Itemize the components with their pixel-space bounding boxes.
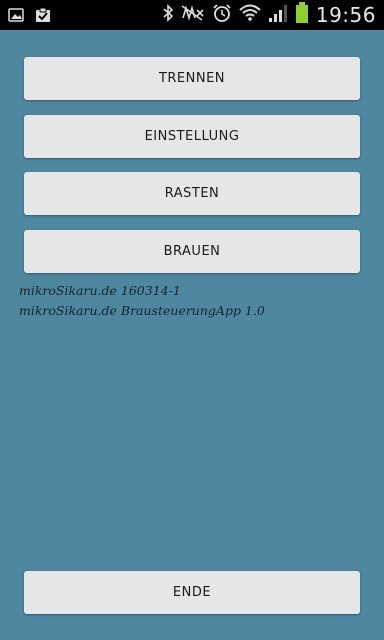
- status-bar: 19:56: [0, 0, 384, 30]
- signal-icon: [268, 3, 288, 27]
- status-clock: 19:56: [315, 3, 376, 27]
- gallery-icon: [8, 7, 24, 27]
- rasten-button[interactable]: RASTEN: [24, 172, 360, 215]
- mute-icon: [181, 4, 205, 26]
- brauen-button[interactable]: BRAUEN: [24, 230, 360, 273]
- version-info-line-2: mikroSikaru.de BrausteuerungApp 1.0: [19, 303, 265, 318]
- clipboard-check-icon: [34, 6, 52, 28]
- version-info-line-1: mikroSikaru.de 160314-1: [19, 283, 181, 298]
- battery-icon: [295, 2, 309, 28]
- bluetooth-icon: [162, 4, 174, 26]
- wifi-icon: [239, 3, 261, 27]
- alarm-icon: [212, 3, 232, 27]
- einstellung-button[interactable]: EINSTELLUNG: [24, 115, 360, 158]
- status-bar-left: [8, 6, 52, 28]
- trennen-button[interactable]: TRENNEN: [24, 57, 360, 100]
- ende-button[interactable]: ENDE: [24, 571, 360, 614]
- status-bar-right: 19:56: [162, 2, 376, 28]
